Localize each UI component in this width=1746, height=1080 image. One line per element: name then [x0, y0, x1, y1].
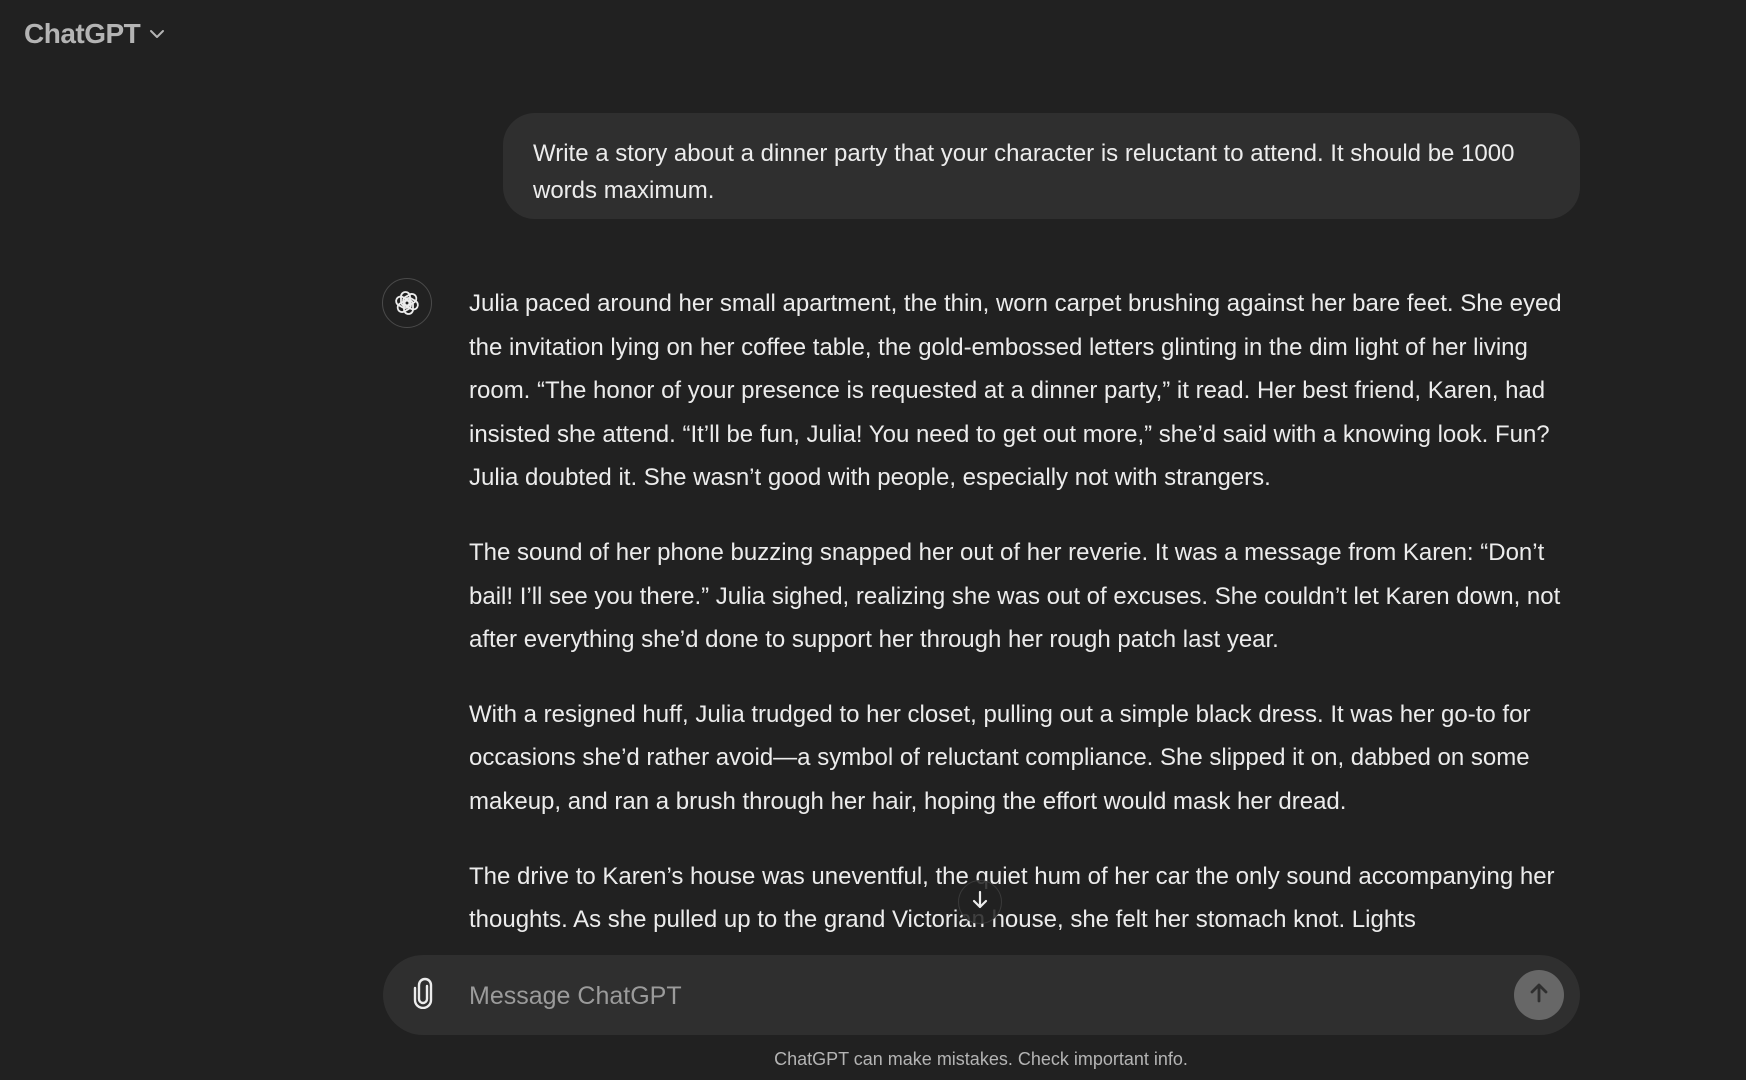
scroll-to-bottom-button[interactable] — [958, 880, 1002, 924]
assistant-paragraph: The drive to Karen’s house was uneventfu… — [469, 862, 1555, 934]
paperclip-icon — [412, 977, 434, 1014]
arrow-up-icon — [1526, 980, 1552, 1011]
send-button[interactable] — [1514, 970, 1564, 1020]
assistant-paragraph: The sound of her phone buzzing snapped h… — [469, 538, 1561, 654]
openai-logo-icon — [382, 278, 432, 328]
assistant-paragraph: With a resigned huff, Julia trudged to h… — [469, 700, 1531, 815]
model-name: ChatGPT — [24, 18, 141, 49]
chat-app: ChatGPT Write a story about a dinner par… — [0, 0, 1746, 1080]
model-switcher[interactable]: ChatGPT — [24, 14, 166, 54]
disclaimer-text: ChatGPT can make mistakes. Check importa… — [774, 1049, 1188, 1069]
assistant-message: Julia paced around her small apartment, … — [469, 282, 1584, 937]
attach-file-button[interactable] — [403, 975, 443, 1015]
message-input[interactable] — [467, 971, 1471, 1021]
message-composer — [383, 955, 1580, 1035]
user-message: Write a story about a dinner party that … — [503, 113, 1580, 219]
chevron-down-icon — [148, 25, 166, 43]
assistant-paragraph: Julia paced around her small apartment, … — [469, 290, 1562, 492]
arrow-down-icon — [969, 889, 991, 916]
